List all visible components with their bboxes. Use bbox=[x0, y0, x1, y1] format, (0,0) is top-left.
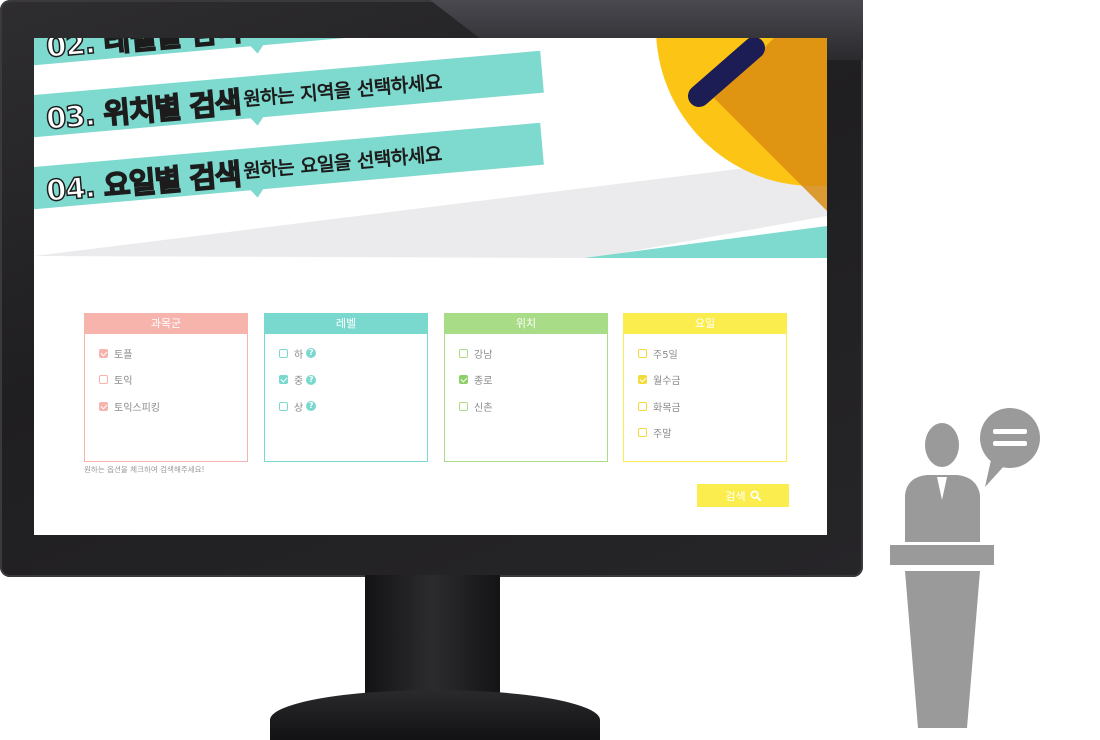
option-mon-wed-fri[interactable]: 월수금 bbox=[638, 367, 786, 394]
option-label: 토플 bbox=[114, 349, 133, 361]
filter-panel-subject: 과목군 토플 토익 토익스피킹 bbox=[84, 313, 248, 462]
checkbox[interactable] bbox=[279, 375, 288, 385]
monitor-stand-neck bbox=[365, 575, 500, 695]
ribbon-notch bbox=[249, 44, 265, 55]
panel-title: 요일 bbox=[624, 314, 786, 334]
option-label: 주5일 bbox=[653, 349, 678, 361]
filter-panel-day: 요일 주5일 월수금 화목금 주말 bbox=[623, 313, 787, 462]
search-icon bbox=[750, 490, 761, 501]
option-jongno[interactable]: 종로 bbox=[459, 367, 607, 394]
panel-title: 레벨 bbox=[265, 314, 427, 334]
option-low[interactable]: 하 ? bbox=[279, 340, 427, 367]
presenter-icon bbox=[890, 408, 1040, 728]
speech-bubble-icon bbox=[980, 408, 1040, 487]
checkbox[interactable] bbox=[638, 401, 647, 411]
ribbon-notch bbox=[249, 116, 265, 127]
hint-text: 원하는 옵션을 체크하여 검색해주세요! bbox=[84, 465, 205, 474]
checkbox[interactable] bbox=[279, 348, 288, 358]
checkbox[interactable] bbox=[459, 348, 468, 358]
option-tue-thu-fri[interactable]: 화목금 bbox=[638, 393, 786, 420]
option-label: 강남 bbox=[474, 349, 493, 361]
checkbox[interactable] bbox=[99, 401, 108, 411]
filter-panel-level: 레벨 하 ? 중 ? 상 ? bbox=[264, 313, 428, 462]
option-toeic-speaking[interactable]: 토익스피킹 bbox=[99, 393, 247, 420]
checkbox[interactable] bbox=[279, 401, 288, 411]
checkbox[interactable] bbox=[459, 401, 468, 411]
search-button-label: 검색 bbox=[725, 489, 746, 503]
checkbox[interactable] bbox=[638, 428, 647, 438]
option-label: 토익스피킹 bbox=[114, 402, 160, 414]
panel-title: 과목군 bbox=[85, 314, 247, 334]
help-icon[interactable]: ? bbox=[306, 348, 317, 359]
monitor-screen: 02. 레벨별 검색 03. 위치별 검색 원하는 지역을 선택하세요 04. … bbox=[34, 38, 827, 535]
help-icon[interactable]: ? bbox=[306, 374, 317, 385]
option-label: 상 bbox=[294, 402, 304, 414]
option-label: 종로 bbox=[474, 376, 493, 388]
option-toefl[interactable]: 토플 bbox=[99, 340, 247, 367]
panel-title: 위치 bbox=[445, 314, 607, 334]
filter-panel-location: 위치 강남 종로 신촌 bbox=[444, 313, 608, 462]
checkbox[interactable] bbox=[638, 348, 647, 358]
option-label: 하 bbox=[294, 349, 304, 361]
option-weekdays[interactable]: 주5일 bbox=[638, 340, 786, 367]
option-label: 신촌 bbox=[474, 402, 493, 414]
banner: 02. 레벨별 검색 03. 위치별 검색 원하는 지역을 선택하세요 04. … bbox=[34, 38, 827, 258]
option-weekend[interactable]: 주말 bbox=[638, 420, 786, 447]
ribbon-notch bbox=[249, 188, 265, 199]
option-label: 화목금 bbox=[653, 402, 681, 414]
monitor-stand-base bbox=[270, 690, 600, 740]
option-gangnam[interactable]: 강남 bbox=[459, 340, 607, 367]
option-label: 토익 bbox=[114, 376, 133, 388]
search-button[interactable]: 검색 bbox=[697, 484, 789, 507]
option-sinchon[interactable]: 신촌 bbox=[459, 393, 607, 420]
checkbox[interactable] bbox=[459, 375, 468, 385]
checkbox[interactable] bbox=[99, 348, 108, 358]
option-toeic[interactable]: 토익 bbox=[99, 367, 247, 394]
option-high[interactable]: 상 ? bbox=[279, 393, 427, 420]
help-icon[interactable]: ? bbox=[306, 401, 317, 412]
checkbox[interactable] bbox=[99, 375, 108, 385]
option-mid[interactable]: 중 ? bbox=[279, 367, 427, 394]
option-label: 주말 bbox=[653, 429, 672, 441]
option-label: 월수금 bbox=[653, 376, 681, 388]
checkbox[interactable] bbox=[638, 375, 647, 385]
option-label: 중 bbox=[294, 376, 304, 388]
